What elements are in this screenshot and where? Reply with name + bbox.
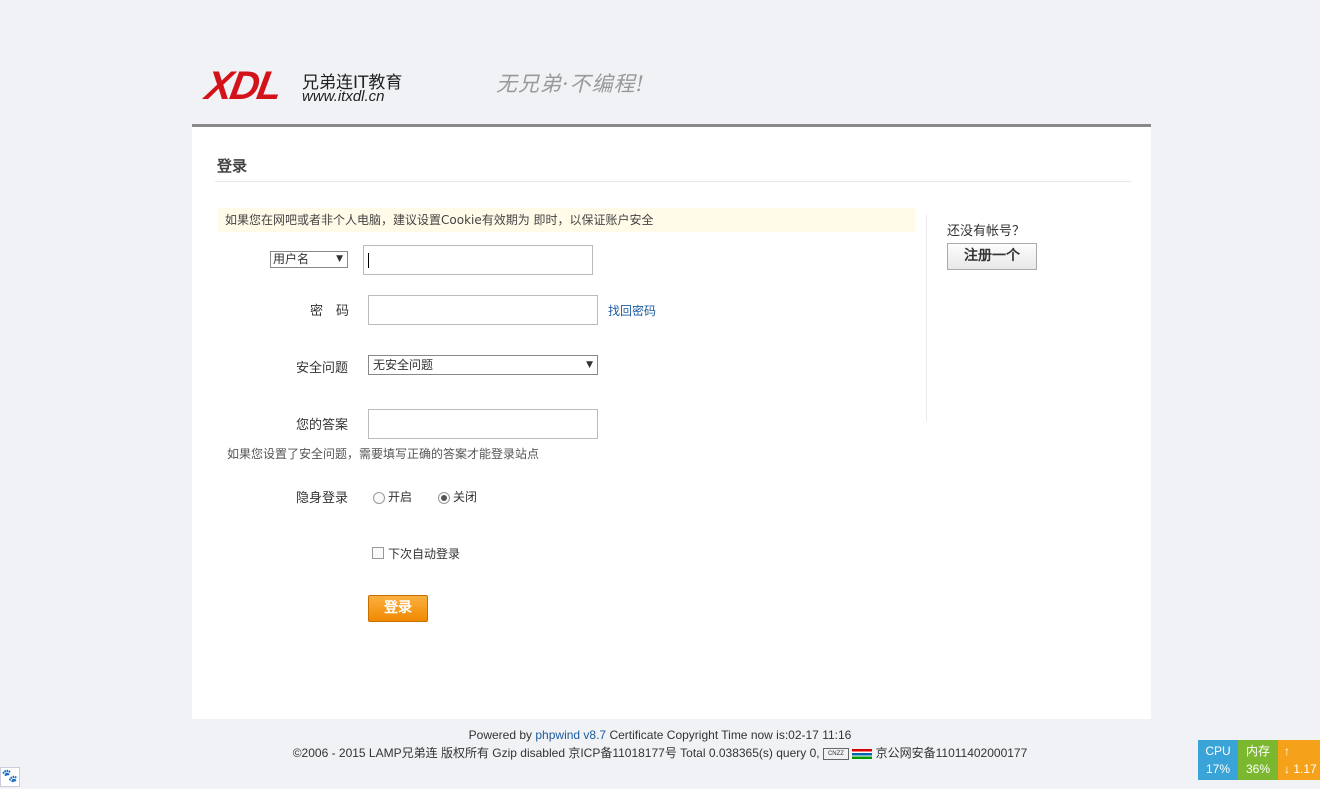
login-panel: 登录 如果您在网吧或者非个人电脑，建议设置Cookie有效期为 即时，以保证账户… bbox=[192, 124, 1151, 719]
username-input[interactable] bbox=[363, 245, 593, 275]
powered-prefix: Powered by bbox=[468, 728, 533, 742]
security-question-label: 安全问题 bbox=[296, 361, 349, 376]
baidu-paw-icon[interactable]: 🐾 bbox=[0, 767, 20, 787]
stealth-on-label[interactable]: 开启 bbox=[388, 488, 412, 505]
dropdown-arrow-icon: ▼ bbox=[586, 360, 593, 370]
text-caret bbox=[368, 253, 369, 268]
police-badge-icon bbox=[852, 748, 873, 759]
site-footer: Powered by phpwind v8.7 Certificate Copy… bbox=[0, 726, 1320, 762]
powered-suffix: Certificate Copyright Time now is:02-17 … bbox=[609, 728, 852, 742]
register-button[interactable]: 注册一个 bbox=[947, 243, 1037, 270]
powered-by-line: Powered by phpwind v8.7 Certificate Copy… bbox=[0, 726, 1320, 744]
answer-input[interactable] bbox=[368, 409, 598, 439]
phpwind-link[interactable]: phpwind v8.7 bbox=[535, 728, 606, 742]
slogan: 无兄弟·不编程! bbox=[496, 72, 646, 96]
auto-login-checkbox[interactable] bbox=[372, 547, 384, 559]
auto-login-label[interactable]: 下次自动登录 bbox=[388, 545, 460, 562]
security-question-select[interactable]: 无安全问题 ▼ bbox=[368, 355, 598, 375]
stealth-on-radio[interactable] bbox=[373, 492, 385, 504]
download-arrow-icon: ↓ bbox=[1284, 762, 1290, 776]
side-divider bbox=[926, 215, 927, 421]
network-meter: ↑ ↓ 1.17 bbox=[1278, 740, 1320, 780]
logo-mark: XDL bbox=[202, 64, 284, 108]
cpu-value: 17% bbox=[1205, 762, 1231, 776]
dropdown-arrow-icon: ▼ bbox=[336, 254, 343, 264]
stealth-off-radio[interactable] bbox=[438, 492, 450, 504]
site-header: XDL 兄弟连IT教育 www.itxdl.cn 无兄弟·不编程! bbox=[192, 0, 1152, 124]
security-question-value: 无安全问题 bbox=[373, 358, 434, 372]
page-title: 登录 bbox=[217, 157, 248, 175]
password-input[interactable] bbox=[368, 295, 598, 325]
copyright-text: ©2006 - 2015 LAMP兄弟连 版权所有 Gzip disabled … bbox=[292, 746, 820, 760]
answer-hint: 如果您设置了安全问题，需要填写正确的答案才能登录站点 bbox=[227, 447, 540, 461]
login-button[interactable]: 登录 bbox=[368, 595, 428, 622]
security-notice: 如果您在网吧或者非个人电脑，建议设置Cookie有效期为 即时，以保证账户安全 bbox=[218, 208, 915, 232]
login-type-select[interactable]: 用户名 ▼ bbox=[270, 251, 348, 268]
password-label: 密 码 bbox=[310, 304, 350, 319]
answer-label: 您的答案 bbox=[296, 418, 349, 433]
no-account-prompt: 还没有帐号？ bbox=[947, 224, 1026, 239]
system-monitor-widget[interactable]: CPU 17% 内存 36% ↑ ↓ 1.17 bbox=[1198, 740, 1320, 780]
upload-arrow-icon: ↑ bbox=[1284, 744, 1290, 758]
police-record-text[interactable]: 京公网安备11011402000177 bbox=[876, 746, 1028, 760]
logo-url: www.itxdl.cn bbox=[302, 88, 385, 105]
forgot-password-link[interactable]: 找回密码 bbox=[608, 302, 656, 319]
memory-label: 内存 bbox=[1245, 744, 1270, 758]
stealth-login-label: 隐身登录 bbox=[296, 491, 349, 506]
memory-value: 36% bbox=[1245, 762, 1271, 776]
title-divider bbox=[215, 181, 1131, 182]
copyright-line: ©2006 - 2015 LAMP兄弟连 版权所有 Gzip disabled … bbox=[0, 744, 1320, 762]
cnzz-stat-badge[interactable]: CNZZ bbox=[822, 747, 849, 760]
cpu-label: CPU bbox=[1205, 744, 1231, 758]
cpu-meter: CPU 17% bbox=[1198, 740, 1238, 780]
memory-meter: 内存 36% bbox=[1238, 740, 1278, 780]
login-type-value: 用户名 bbox=[273, 252, 310, 266]
stealth-off-label[interactable]: 关闭 bbox=[453, 488, 477, 505]
network-value: 1.17 bbox=[1293, 762, 1317, 776]
